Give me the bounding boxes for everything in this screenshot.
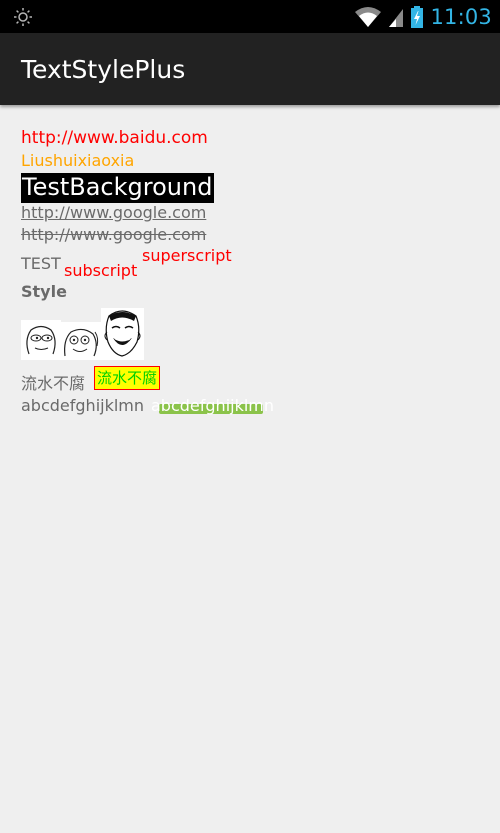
base-text: TEST <box>21 254 61 273</box>
brightness-icon <box>14 8 32 26</box>
baidu-link-text[interactable]: http://www.baidu.com <box>21 128 208 148</box>
orange-text: Liushuixiaoxia <box>21 151 135 170</box>
bold-style-text: Style <box>21 282 67 301</box>
superscript-text: superscript <box>142 246 232 265</box>
signal-icon <box>389 8 404 27</box>
status-icons: 11:03 <box>354 0 492 33</box>
sub-super-script-row: TEST subscript superscript <box>21 246 321 286</box>
status-time: 11:03 <box>430 4 492 29</box>
background-styled-text: TestBackground <box>21 173 215 203</box>
app-title: TextStylePlus <box>21 55 186 84</box>
happy-face-icon <box>61 322 101 360</box>
rage-face-icon <box>21 320 61 360</box>
alphabet-highlight-text: abcdefghijklmn <box>151 396 275 415</box>
strikethrough-google-text: http://www.google.com <box>21 225 207 244</box>
status-bar: 11:03 <box>0 0 500 33</box>
wifi-icon <box>355 6 382 27</box>
laughing-face-icon <box>101 308 144 360</box>
action-bar: TextStylePlus <box>0 33 500 105</box>
chinese-plain-text: 流水不腐 <box>21 374 86 393</box>
subscript-text: subscript <box>64 261 138 280</box>
alphabet-plain-text: abcdefghijklmn <box>21 396 145 415</box>
battery-charging-icon <box>411 5 424 28</box>
underlined-google-link[interactable]: http://www.google.com <box>21 203 206 222</box>
emoji-image-row <box>21 308 151 362</box>
chinese-boxed-text: 流水不腐 <box>94 366 161 390</box>
